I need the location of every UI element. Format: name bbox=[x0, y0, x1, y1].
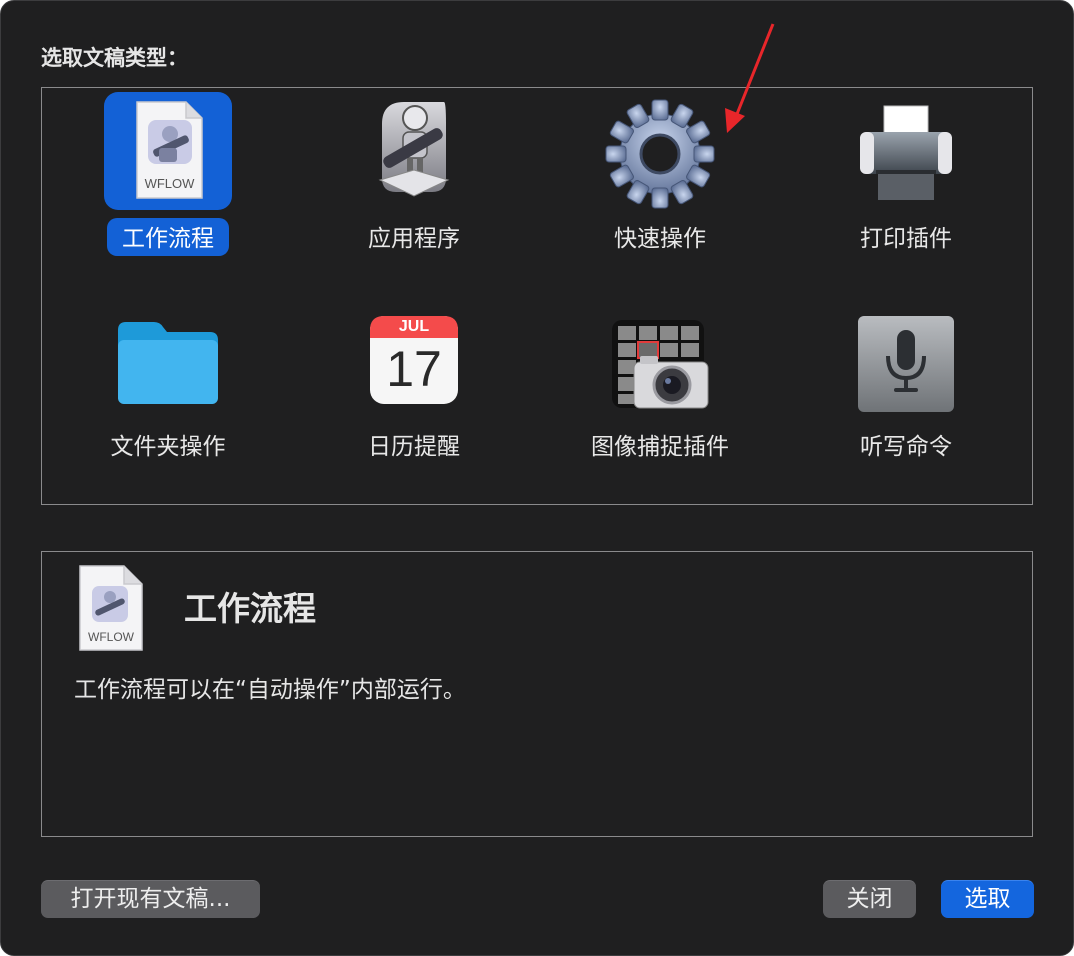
workflow-file-tag: WFLOW bbox=[88, 630, 134, 644]
calendar-day: 17 bbox=[386, 341, 442, 397]
description-text: 工作流程可以在“自动操作”内部运行。 bbox=[74, 677, 466, 703]
document-type-label: 图像捕捉插件 bbox=[591, 434, 729, 460]
dialog-heading: 选取文稿类型： bbox=[41, 46, 188, 70]
annotation-arrow bbox=[725, 23, 775, 133]
document-type-label: 应用程序 bbox=[368, 226, 460, 252]
document-type-folder-action[interactable]: 文件夹操作 bbox=[45, 296, 291, 476]
open-existing-document-button[interactable]: 打开现有文稿... bbox=[41, 880, 260, 918]
document-type-dictation-command[interactable]: 听写命令 bbox=[783, 296, 1029, 476]
document-type-workflow[interactable]: WFLOW 工作流程 bbox=[45, 88, 291, 268]
folder-icon bbox=[104, 300, 232, 418]
document-type-application[interactable]: 应用程序 bbox=[291, 88, 537, 268]
microphone-icon bbox=[842, 300, 970, 418]
workflow-document-icon: WFLOW bbox=[104, 92, 232, 210]
document-type-grid: WFLOW 工作流程 应用程序 快速操作 打印插件 文件夹操作 JUL 17 日… bbox=[41, 87, 1033, 505]
new-document-dialog: 选取文稿类型： WFLOW 工作流程 应用程序 快速操作 打印插件 文件夹操作 … bbox=[0, 0, 1074, 956]
printer-icon bbox=[842, 92, 970, 210]
document-type-label: 文件夹操作 bbox=[110, 434, 226, 460]
automator-robot-icon bbox=[350, 92, 478, 210]
workflow-file-tag: WFLOW bbox=[144, 176, 195, 191]
document-type-label: 工作流程 bbox=[107, 218, 229, 256]
document-type-label: 听写命令 bbox=[860, 434, 952, 460]
choose-button[interactable]: 选取 bbox=[941, 880, 1034, 918]
description-title: 工作流程 bbox=[184, 589, 316, 628]
description-panel: WFLOW 工作流程 工作流程可以在“自动操作”内部运行。 bbox=[41, 551, 1033, 837]
workflow-document-icon: WFLOW bbox=[78, 564, 144, 652]
document-type-print-plugin[interactable]: 打印插件 bbox=[783, 88, 1029, 268]
document-type-image-capture-plugin[interactable]: 图像捕捉插件 bbox=[537, 296, 783, 476]
image-capture-icon bbox=[596, 300, 724, 418]
document-type-calendar-alarm[interactable]: JUL 17 日历提醒 bbox=[291, 296, 537, 476]
document-type-label: 打印插件 bbox=[860, 226, 952, 252]
calendar-month: JUL bbox=[398, 318, 430, 335]
close-button[interactable]: 关闭 bbox=[823, 880, 916, 918]
document-type-label: 日历提醒 bbox=[368, 434, 460, 460]
document-type-label: 快速操作 bbox=[614, 226, 706, 252]
calendar-icon: JUL 17 bbox=[350, 300, 478, 418]
